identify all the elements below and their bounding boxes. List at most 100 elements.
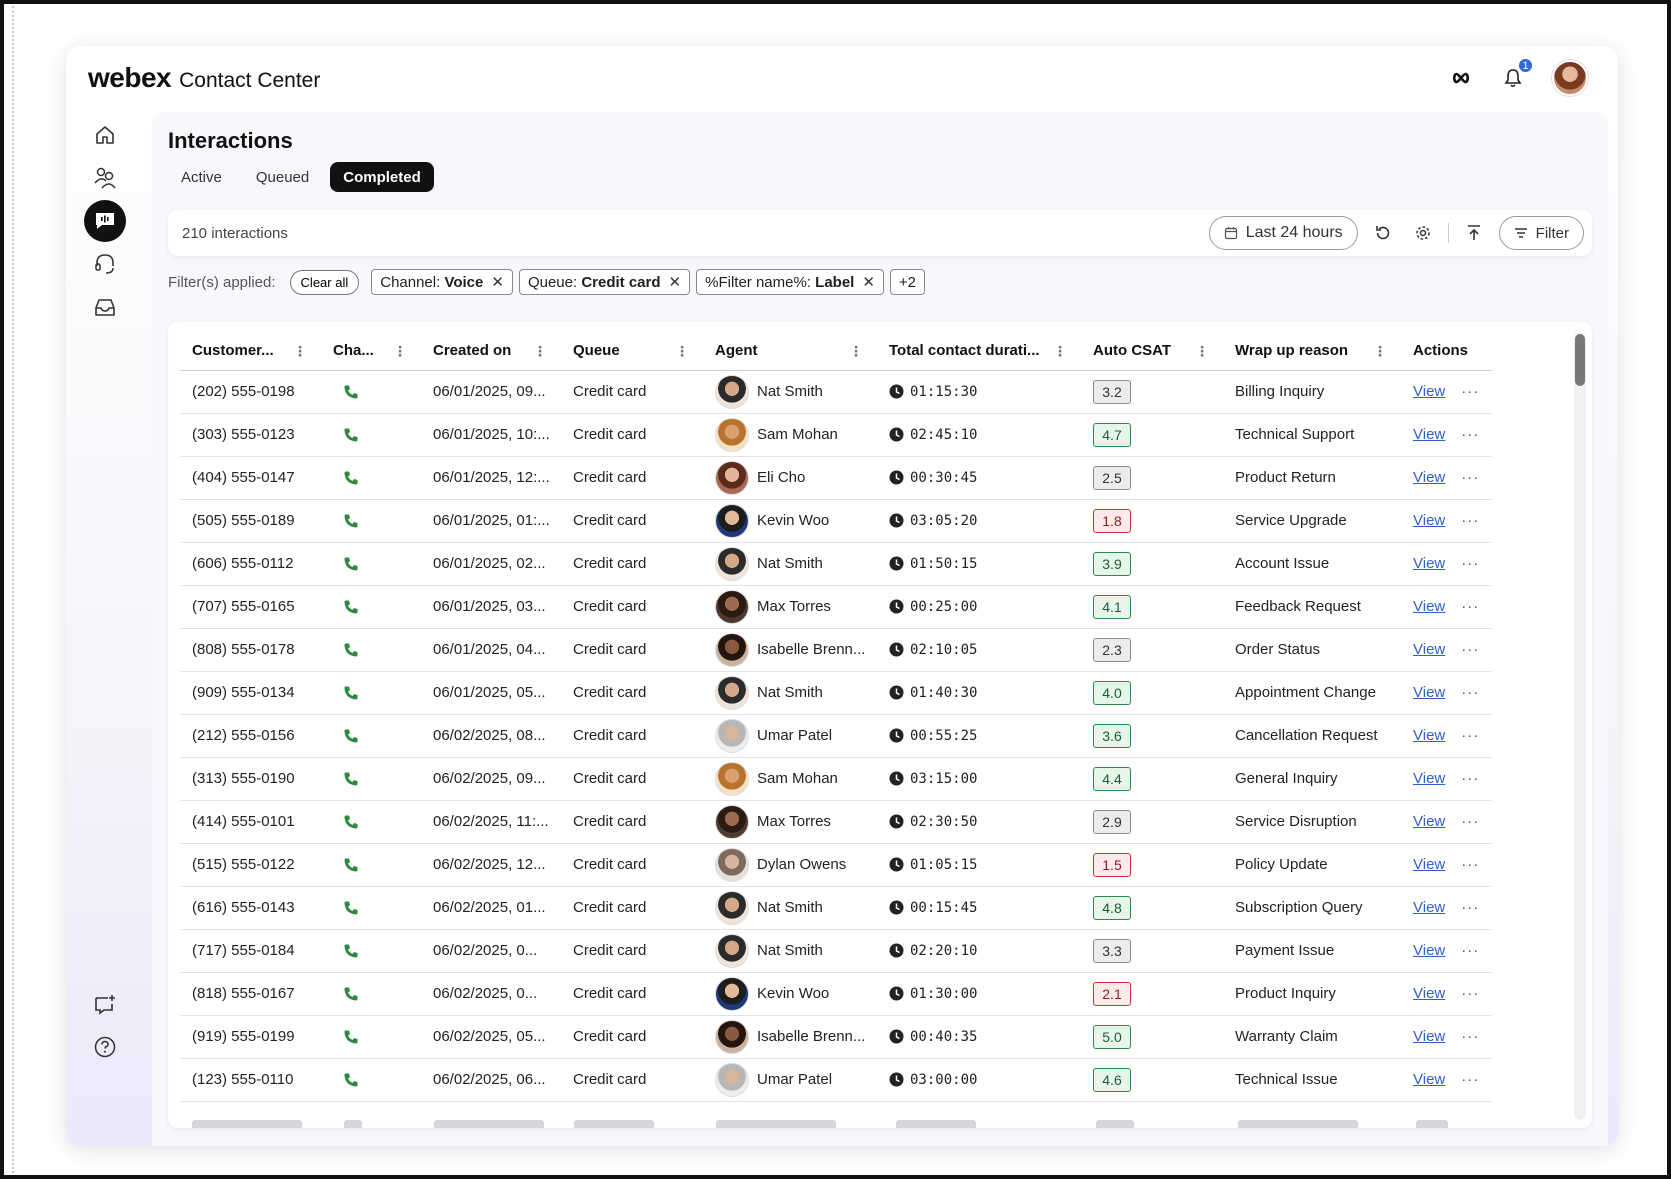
- table-row[interactable]: (818) 555-0167 06/02/2025, 0... Credit car…: [180, 972, 1492, 1016]
- table-row[interactable]: (909) 555-0134 06/01/2025, 05... Credit ca…: [180, 671, 1492, 715]
- view-link[interactable]: View: [1413, 555, 1445, 572]
- column-menu-icon[interactable]: ⋮: [849, 343, 863, 360]
- more-options-icon[interactable]: ···: [1461, 1028, 1479, 1045]
- table-row[interactable]: (123) 555-0110 06/02/2025, 06... Credit ca…: [180, 1058, 1492, 1102]
- column-menu-icon[interactable]: ⋮: [675, 343, 689, 360]
- avatar: [715, 460, 749, 495]
- view-link[interactable]: View: [1413, 512, 1445, 529]
- more-options-icon[interactable]: ···: [1461, 598, 1479, 615]
- table-row[interactable]: (808) 555-0178 06/01/2025, 04... Credit ca…: [180, 628, 1492, 672]
- date-range-button[interactable]: Last 24 hours: [1208, 216, 1358, 250]
- more-options-icon[interactable]: ···: [1461, 1071, 1479, 1088]
- view-link[interactable]: View: [1413, 899, 1445, 916]
- table-row[interactable]: (515) 555-0122 06/02/2025, 12... Credit ca…: [180, 843, 1492, 887]
- customer-number: (303) 555-0123: [192, 426, 295, 443]
- close-icon[interactable]: ✕: [862, 273, 875, 291]
- table-row[interactable]: (919) 555-0199 06/02/2025, 05... Credit ca…: [180, 1015, 1492, 1059]
- column-header[interactable]: Actions: [1401, 332, 1492, 371]
- table-row[interactable]: (202) 555-0198 06/01/2025, 09... Credit ca…: [180, 370, 1492, 414]
- more-options-icon[interactable]: ···: [1461, 899, 1479, 916]
- column-menu-icon[interactable]: ⋮: [1373, 343, 1387, 360]
- column-header[interactable]: Agent ⋮: [703, 332, 877, 371]
- more-options-icon[interactable]: ···: [1461, 684, 1479, 701]
- user-avatar[interactable]: [1552, 60, 1588, 96]
- tab-completed[interactable]: Completed: [330, 162, 434, 192]
- column-header[interactable]: Cha... ⋮: [321, 332, 421, 371]
- interactions-icon[interactable]: [84, 200, 126, 242]
- team-icon[interactable]: [84, 157, 126, 199]
- phone-icon: [333, 856, 359, 873]
- table-row[interactable]: (717) 555-0184 06/02/2025, 0... Credit car…: [180, 929, 1492, 973]
- table-row[interactable]: (212) 555-0156 06/02/2025, 08... Credit ca…: [180, 714, 1492, 758]
- more-options-icon[interactable]: ···: [1461, 426, 1479, 443]
- column-menu-icon[interactable]: ⋮: [1053, 343, 1067, 360]
- bell-icon[interactable]: 1: [1500, 57, 1534, 91]
- queue-name: Credit card: [573, 512, 647, 529]
- column-header[interactable]: Queue ⋮: [561, 332, 703, 371]
- column-header[interactable]: Created on ⋮: [421, 332, 561, 371]
- view-link[interactable]: View: [1413, 856, 1445, 873]
- infinity-icon[interactable]: [1448, 65, 1474, 91]
- scroll-thumb[interactable]: [1575, 334, 1585, 386]
- column-menu-icon[interactable]: ⋮: [293, 343, 307, 360]
- more-options-icon[interactable]: ···: [1461, 856, 1479, 873]
- view-link[interactable]: View: [1413, 426, 1445, 443]
- view-link[interactable]: View: [1413, 985, 1445, 1002]
- more-filters-chip[interactable]: +2: [889, 269, 926, 295]
- view-link[interactable]: View: [1413, 641, 1445, 658]
- refresh-icon[interactable]: [1368, 218, 1398, 248]
- more-options-icon[interactable]: ···: [1461, 555, 1479, 572]
- table-row[interactable]: (303) 555-0123 06/01/2025, 10:... Credit c…: [180, 413, 1492, 457]
- duration-value: 01:15:30: [910, 383, 978, 400]
- more-options-icon[interactable]: ···: [1461, 813, 1479, 830]
- column-header[interactable]: Customer... ⋮: [180, 332, 321, 371]
- feedback-icon[interactable]: [84, 983, 126, 1025]
- more-options-icon[interactable]: ···: [1461, 512, 1479, 529]
- view-link[interactable]: View: [1413, 383, 1445, 400]
- column-menu-icon[interactable]: ⋮: [1195, 343, 1209, 360]
- table-row[interactable]: (404) 555-0147 06/01/2025, 12:... Credit c…: [180, 456, 1492, 500]
- close-icon[interactable]: ✕: [669, 273, 682, 291]
- more-options-icon[interactable]: ···: [1461, 985, 1479, 1002]
- help-icon[interactable]: [84, 1026, 126, 1068]
- home-icon[interactable]: [84, 114, 126, 156]
- view-link[interactable]: View: [1413, 469, 1445, 486]
- view-link[interactable]: View: [1413, 770, 1445, 787]
- column-menu-icon[interactable]: ⋮: [533, 343, 547, 360]
- close-icon[interactable]: ✕: [491, 273, 504, 291]
- view-link[interactable]: View: [1413, 1071, 1445, 1088]
- more-options-icon[interactable]: ···: [1461, 383, 1479, 400]
- table-row[interactable]: (414) 555-0101 06/02/2025, 11:... Credit c…: [180, 800, 1492, 844]
- view-link[interactable]: View: [1413, 813, 1445, 830]
- table-scrollbar[interactable]: [1574, 332, 1586, 1120]
- export-icon[interactable]: [1459, 218, 1489, 248]
- more-options-icon[interactable]: ···: [1461, 727, 1479, 744]
- more-options-icon[interactable]: ···: [1461, 770, 1479, 787]
- inbox-icon[interactable]: [84, 286, 126, 328]
- view-link[interactable]: View: [1413, 942, 1445, 959]
- column-header[interactable]: Total contact durati... ⋮: [877, 332, 1081, 371]
- column-header[interactable]: Auto CSAT ⋮: [1081, 332, 1223, 371]
- tab-active[interactable]: Active: [168, 162, 235, 192]
- table-row[interactable]: (606) 555-0112 06/01/2025, 02... Credit ca…: [180, 542, 1492, 586]
- tab-queued[interactable]: Queued: [243, 162, 322, 192]
- column-menu-icon[interactable]: ⋮: [393, 343, 407, 360]
- more-options-icon[interactable]: ···: [1461, 469, 1479, 486]
- view-link[interactable]: View: [1413, 684, 1445, 701]
- view-link[interactable]: View: [1413, 598, 1445, 615]
- gear-icon[interactable]: [1408, 218, 1438, 248]
- clear-all-button[interactable]: Clear all: [289, 269, 360, 295]
- view-link[interactable]: View: [1413, 727, 1445, 744]
- table-row[interactable]: (616) 555-0143 06/02/2025, 01... Credit ca…: [180, 886, 1492, 930]
- table-row[interactable]: (707) 555-0165 06/01/2025, 03... Credit ca…: [180, 585, 1492, 629]
- more-options-icon[interactable]: ···: [1461, 942, 1479, 959]
- headset-icon[interactable]: [84, 243, 126, 285]
- table-row[interactable]: (505) 555-0189 06/01/2025, 01:... Credit c…: [180, 499, 1492, 543]
- filter-button[interactable]: Filter: [1498, 216, 1584, 250]
- more-options-icon[interactable]: ···: [1461, 641, 1479, 658]
- queue-cell: Credit card: [561, 628, 703, 672]
- csat-cell: 3.2: [1081, 370, 1223, 414]
- column-header[interactable]: Wrap up reason ⋮: [1223, 332, 1401, 371]
- table-row[interactable]: (313) 555-0190 06/02/2025, 09... Credit ca…: [180, 757, 1492, 801]
- view-link[interactable]: View: [1413, 1028, 1445, 1045]
